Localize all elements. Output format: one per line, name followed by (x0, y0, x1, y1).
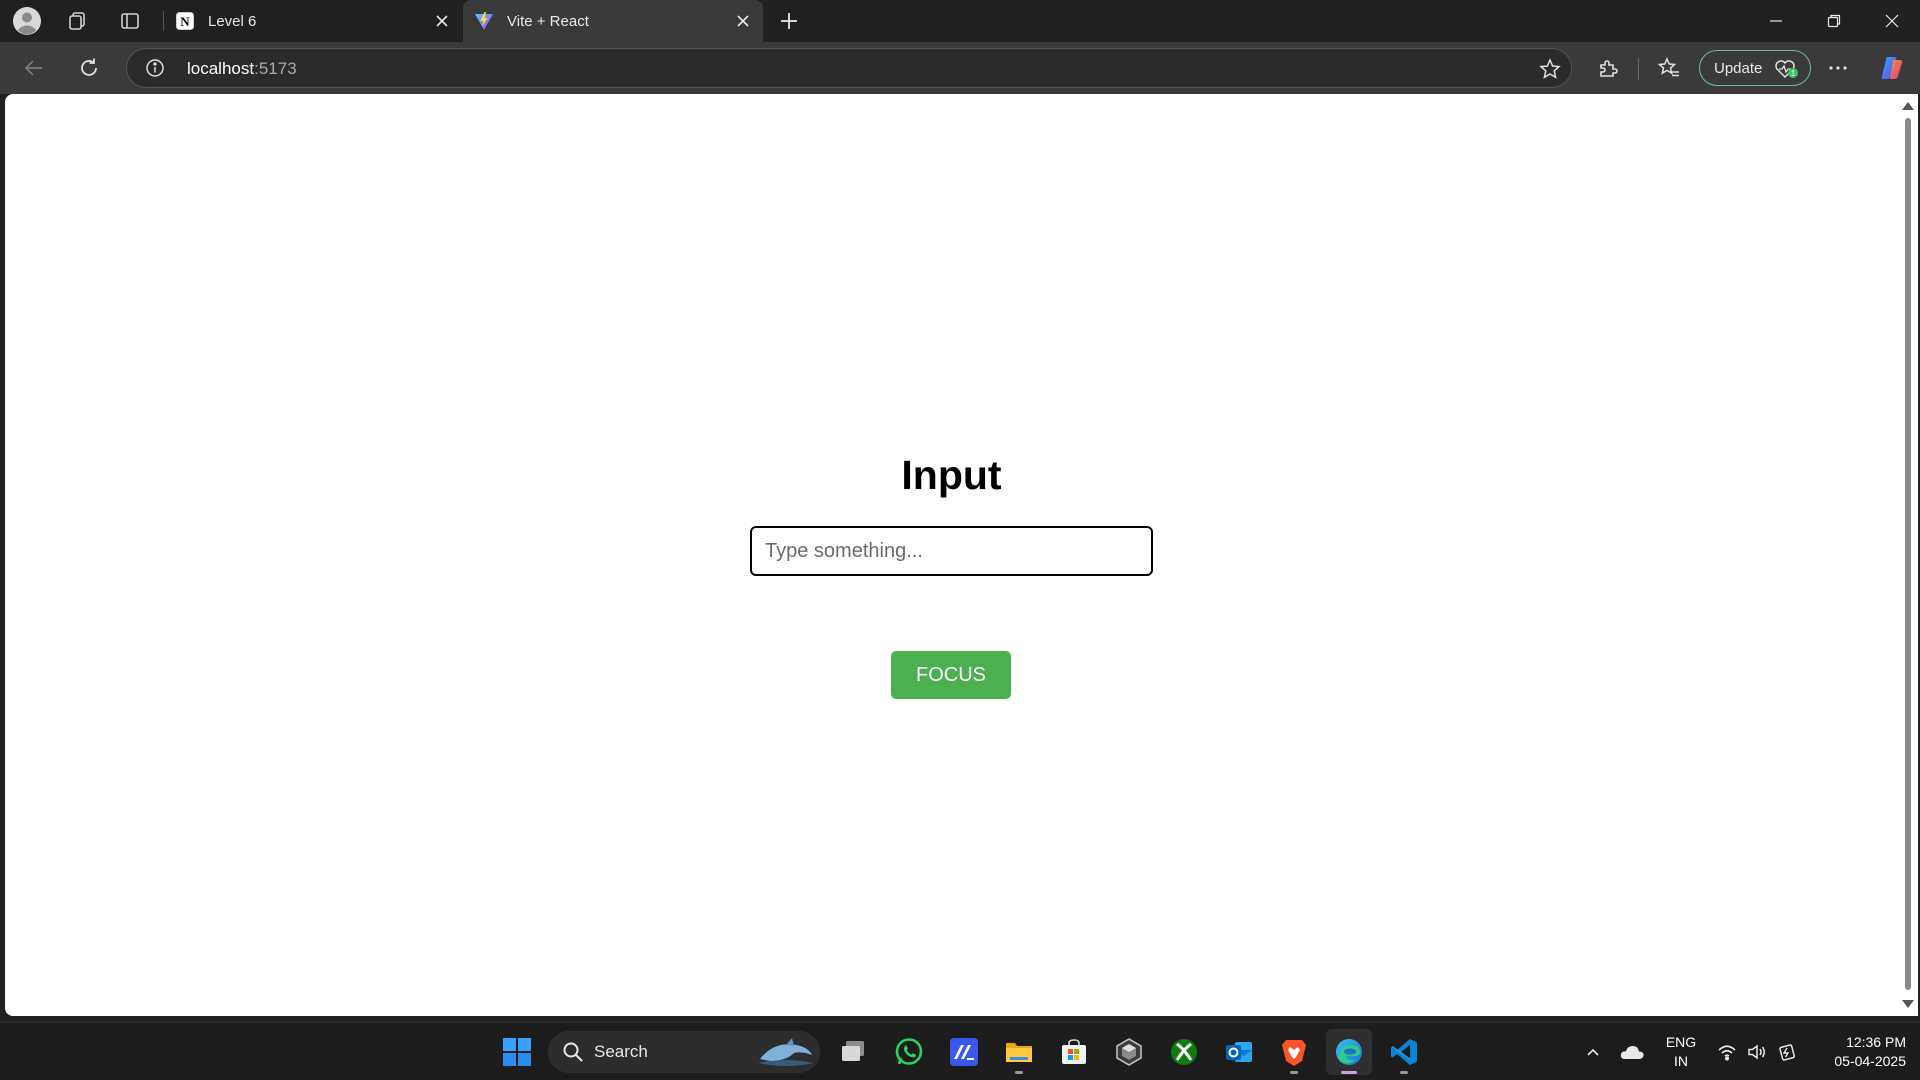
search-label: Search (594, 1042, 648, 1061)
windows-taskbar: Search ENG IN 12:36 PM 05-04-2025 (0, 1022, 1920, 1080)
blue-app-icon[interactable] (941, 1029, 987, 1075)
copilot-icon[interactable] (1874, 50, 1910, 86)
onedrive-cloud-icon[interactable] (1619, 1039, 1645, 1065)
workspaces-icon[interactable] (60, 4, 94, 38)
focus-button[interactable]: FOCUS (891, 651, 1011, 699)
running-indicator (1015, 1071, 1023, 1074)
volume-icon[interactable] (1744, 1039, 1770, 1065)
wifi-icon[interactable] (1714, 1039, 1740, 1065)
brave-icon[interactable] (1271, 1029, 1317, 1075)
windows-start-icon[interactable] (494, 1029, 540, 1075)
text-input[interactable] (750, 526, 1153, 576)
toolbar-divider (1638, 58, 1639, 80)
search-highlight-dolphin-icon (756, 1035, 816, 1069)
vertical-tabs-icon[interactable] (113, 4, 147, 38)
edge-icon[interactable] (1326, 1029, 1372, 1075)
svg-text:N: N (180, 14, 190, 29)
taskbar-search-box[interactable]: Search (548, 1031, 820, 1073)
url-host: localhost (187, 59, 255, 78)
favorite-star-icon[interactable] (1539, 58, 1561, 80)
search-icon (562, 1041, 584, 1063)
profile-avatar-icon[interactable] (10, 4, 44, 38)
task-view-icon[interactable] (831, 1029, 877, 1075)
language-code: ENG (1665, 1034, 1697, 1050)
browser-title-bar: N Level 6 Vite + React (0, 0, 1920, 42)
tab-level-6[interactable]: N Level 6 (164, 0, 462, 42)
running-indicator (1400, 1071, 1408, 1074)
running-indicator (1290, 1071, 1298, 1074)
site-info-icon[interactable] (145, 58, 165, 78)
taskbar-clock[interactable]: 12:36 PM 05-04-2025 (1808, 1033, 1906, 1071)
file-explorer-icon[interactable] (996, 1029, 1042, 1075)
update-button[interactable]: Update 1 (1699, 50, 1811, 86)
restore-icon[interactable] (1806, 0, 1862, 42)
url-port: :5173 (254, 59, 297, 78)
unity-icon[interactable] (1106, 1029, 1152, 1075)
update-label: Update (1714, 59, 1763, 77)
outlook-icon[interactable] (1216, 1029, 1262, 1075)
show-hidden-icons-chevron-icon[interactable] (1580, 1039, 1606, 1065)
scroll-down-arrow-icon[interactable] (1902, 1000, 1914, 1008)
close-tab-icon[interactable] (432, 11, 452, 31)
clock-date: 05-04-2025 (1834, 1053, 1906, 1069)
extensions-icon[interactable] (1590, 50, 1626, 86)
health-heart-icon: 1 (1774, 58, 1800, 80)
tab-title: Level 6 (208, 12, 257, 30)
minimize-icon[interactable] (1748, 0, 1804, 42)
close-tab-icon[interactable] (733, 11, 753, 31)
language-region: IN (1674, 1053, 1688, 1069)
language-indicator[interactable]: ENG IN (1660, 1033, 1702, 1071)
vite-icon (473, 10, 495, 32)
vscode-icon[interactable] (1381, 1029, 1427, 1075)
clock-time: 12:36 PM (1846, 1034, 1906, 1050)
back-icon[interactable] (16, 50, 52, 86)
notion-icon: N (174, 10, 196, 32)
active-indicator (1341, 1071, 1357, 1074)
new-tab-icon[interactable] (772, 4, 806, 38)
refresh-icon[interactable] (71, 50, 107, 86)
url-text[interactable]: localhost:5173 (187, 59, 297, 79)
more-options-icon[interactable] (1820, 50, 1856, 86)
favorites-icon[interactable] (1651, 50, 1687, 86)
close-window-icon[interactable] (1864, 0, 1920, 42)
tab-vite-react[interactable]: Vite + React (463, 0, 763, 42)
page-scrollbar[interactable] (1898, 94, 1918, 1016)
whatsapp-icon[interactable] (886, 1029, 932, 1075)
scroll-up-arrow-icon[interactable] (1902, 102, 1914, 110)
scroll-thumb[interactable] (1905, 118, 1911, 990)
page-viewport: Input FOCUS (5, 94, 1898, 1016)
tab-title: Vite + React (507, 12, 589, 30)
microsoft-store-icon[interactable] (1051, 1029, 1097, 1075)
address-bar[interactable]: localhost:5173 (126, 48, 1572, 88)
svg-text:1: 1 (1791, 69, 1796, 78)
page-heading: Input (901, 452, 1002, 498)
browser-toolbar: localhost:5173 Update 1 (0, 42, 1920, 94)
xbox-icon[interactable] (1161, 1029, 1207, 1075)
battery-charging-icon[interactable] (1774, 1039, 1800, 1065)
